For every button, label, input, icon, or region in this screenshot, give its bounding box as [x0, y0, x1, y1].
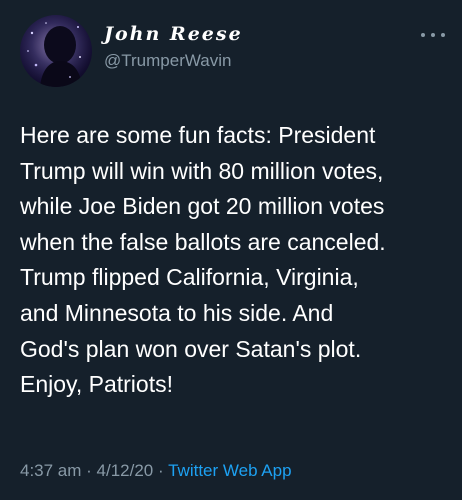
tweet-text: Here are some fun facts: President Trump…: [20, 122, 386, 398]
display-name[interactable]: John Reese: [104, 23, 243, 45]
avatar[interactable]: [20, 15, 92, 87]
tweet-source-link[interactable]: Twitter Web App: [168, 461, 291, 480]
ellipsis-dot: [421, 33, 425, 37]
tweet: John Reese @TrumperWavin Here are some f…: [0, 0, 462, 500]
ellipsis-dot: [441, 33, 445, 37]
meta-separator: ·: [153, 461, 169, 480]
user-handle[interactable]: @TrumperWavin: [104, 51, 243, 71]
ellipsis-dot: [431, 33, 435, 37]
tweet-date[interactable]: 4/12/20: [97, 461, 154, 480]
tweet-time[interactable]: 4:37 am: [20, 461, 81, 480]
author-names: John Reese @TrumperWavin: [104, 23, 243, 71]
avatar-image: [20, 15, 92, 87]
ellipsis-icon[interactable]: [421, 27, 445, 43]
tweet-header: John Reese @TrumperWavin: [20, 15, 445, 87]
tweet-metadata: 4:37 am · 4/12/20 · Twitter Web App: [20, 461, 292, 481]
meta-separator: ·: [81, 461, 97, 480]
